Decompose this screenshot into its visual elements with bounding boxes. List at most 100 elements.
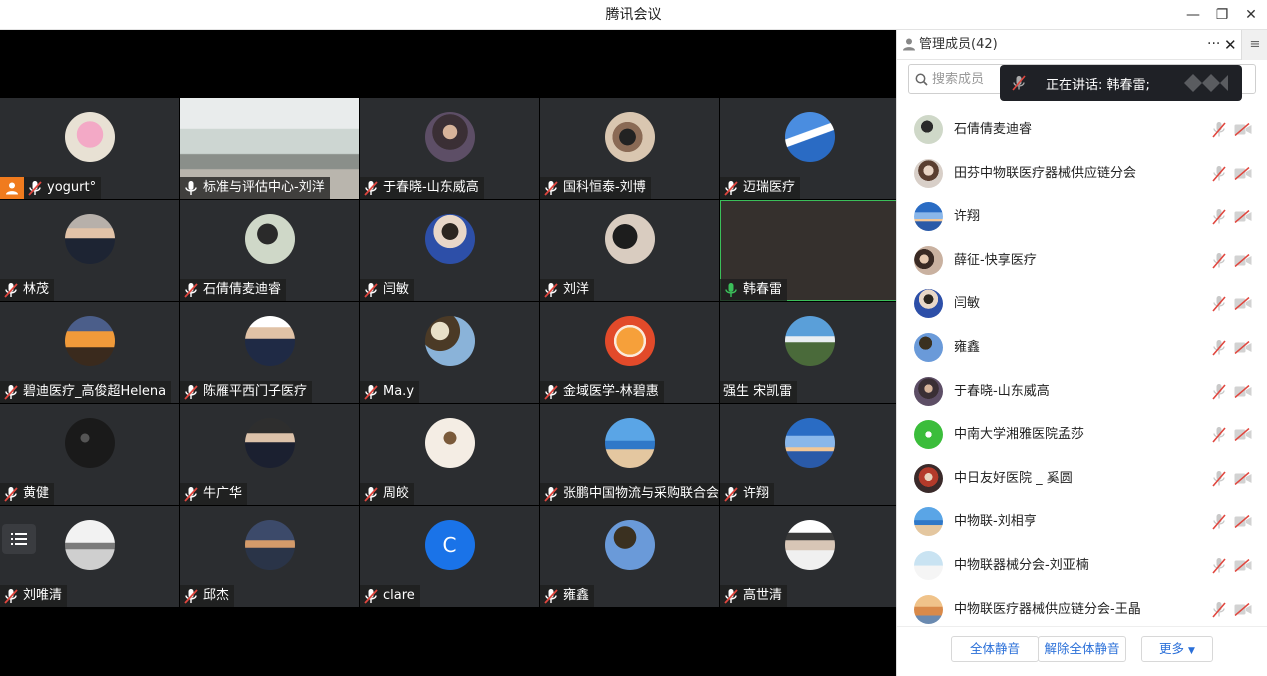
participant-name: 雍鑫 xyxy=(563,588,590,603)
more-button[interactable]: 更多 ▼ xyxy=(1141,636,1213,662)
participant-name: 陈雁平西门子医疗 xyxy=(203,384,308,399)
panel-menu-button[interactable]: ≡ xyxy=(1241,30,1267,60)
member-row[interactable]: 闫敏 xyxy=(897,282,1267,326)
restore-button[interactable]: ❐ xyxy=(1208,0,1236,30)
participant-nametag: 闫敏 xyxy=(360,279,415,301)
avatar xyxy=(424,112,475,162)
participant-nametag: yogurt° xyxy=(24,177,102,199)
video-tile[interactable]: 石倩倩麦迪睿 xyxy=(180,200,359,301)
video-tile[interactable]: 于春晓-山东威高 xyxy=(360,98,539,199)
member-row[interactable]: 雍鑫 xyxy=(897,326,1267,370)
video-tile[interactable]: 周皎 xyxy=(360,404,539,505)
camera-off-icon[interactable] xyxy=(1234,210,1252,224)
camera-off-icon[interactable] xyxy=(1234,559,1252,572)
camera-off-icon[interactable] xyxy=(1234,384,1252,398)
video-tile[interactable]: 雍鑫 xyxy=(540,506,719,607)
member-row[interactable]: 许翔 xyxy=(897,195,1267,239)
video-tile[interactable]: 强生 宋凯雷 xyxy=(720,302,899,403)
video-tile[interactable]: Ma.y xyxy=(360,302,539,403)
avatar xyxy=(424,316,475,366)
member-row[interactable]: 中日友好医院 _ 奚圆 xyxy=(897,457,1267,501)
camera-off-icon[interactable] xyxy=(1234,253,1252,267)
camera-off-icon[interactable] xyxy=(1234,166,1252,180)
mic-muted-icon[interactable] xyxy=(1211,165,1227,182)
video-tile[interactable]: 张鹏中国物流与采购联合会 xyxy=(540,404,719,505)
participant-name: 碧迪医疗_高俊超Helena xyxy=(23,384,167,399)
video-tile[interactable]: 许翔 xyxy=(720,404,899,505)
video-tile[interactable]: 牛广华 xyxy=(180,404,359,505)
video-tile[interactable]: 刘唯清 xyxy=(0,506,179,607)
avatar xyxy=(914,376,943,406)
video-tile[interactable]: 刘洋 xyxy=(540,200,719,301)
mic-muted-icon[interactable] xyxy=(1211,426,1227,443)
mic-muted-icon xyxy=(4,589,18,604)
video-tile[interactable]: 迈瑞医疗 xyxy=(720,98,899,199)
close-window-button[interactable]: ✕ xyxy=(1237,0,1265,30)
participant-name: yogurt° xyxy=(47,180,97,195)
video-tile[interactable]: 林茂 xyxy=(0,200,179,301)
member-name: 中物联器械分会-刘亚楠 xyxy=(954,558,1089,573)
member-name: 石倩倩麦迪睿 xyxy=(954,122,1033,137)
member-row[interactable]: 石倩倩麦迪睿 xyxy=(897,108,1267,152)
mic-muted-icon[interactable] xyxy=(1211,601,1227,618)
mic-muted-icon[interactable] xyxy=(1211,339,1227,356)
mic-muted-icon[interactable] xyxy=(1211,252,1227,269)
member-name: 中物联-刘相亨 xyxy=(954,514,1037,530)
participant-name: 闫敏 xyxy=(383,282,410,297)
video-tile[interactable]: 高世清 xyxy=(720,506,899,607)
video-tile[interactable]: 金域医学-林碧惠 xyxy=(540,302,719,403)
member-row[interactable]: 田芬中物联医疗器械供应链分会 xyxy=(897,152,1267,196)
video-tile[interactable]: 标准与评估中心-刘洋 xyxy=(180,98,359,199)
member-row[interactable]: 中物联-刘相亨 xyxy=(897,500,1267,544)
unmute-all-button[interactable]: 解除全体静音 xyxy=(1038,636,1126,662)
mic-muted-icon[interactable] xyxy=(1211,295,1227,312)
minimize-button[interactable]: — xyxy=(1179,0,1207,30)
camera-off-icon[interactable] xyxy=(1234,123,1252,136)
video-tile[interactable]: 邱杰 xyxy=(180,506,359,607)
close-panel-button[interactable]: ✕ xyxy=(1224,30,1237,60)
mic-muted-icon xyxy=(544,385,558,400)
camera-off-icon[interactable] xyxy=(1234,471,1252,485)
member-row[interactable]: 于春晓-山东威高 xyxy=(897,370,1267,414)
camera-off-icon[interactable] xyxy=(1234,602,1252,616)
member-row[interactable]: 中物联器械分会-刘亚楠 xyxy=(897,544,1267,588)
mic-muted-icon xyxy=(544,589,558,604)
mic-muted-icon[interactable] xyxy=(1211,470,1227,487)
avatar xyxy=(604,112,655,162)
member-row[interactable]: 中南大学湘雅医院孟莎 xyxy=(897,413,1267,457)
avatar xyxy=(914,420,943,450)
video-tile[interactable]: yogurt° xyxy=(0,98,179,199)
member-name: 薛征-快享医疗 xyxy=(954,252,1037,268)
mic-muted-icon xyxy=(184,487,198,502)
mic-muted-icon xyxy=(544,181,558,196)
camera-off-icon[interactable] xyxy=(1234,515,1252,529)
more-options-button[interactable]: ··· xyxy=(1207,30,1220,58)
video-tile[interactable]: 碧迪医疗_高俊超Helena xyxy=(0,302,179,403)
avatar xyxy=(784,418,835,468)
mic-muted-icon[interactable] xyxy=(1211,513,1227,530)
mic-muted-icon[interactable] xyxy=(1211,121,1227,138)
video-tile[interactable]: Cclare xyxy=(360,506,539,607)
camera-off-icon[interactable] xyxy=(1234,341,1252,354)
camera-off-icon[interactable] xyxy=(1234,428,1252,442)
video-tile[interactable]: 陈雁平西门子医疗 xyxy=(180,302,359,403)
member-row[interactable]: 中物联医疗器械供应链分会-王晶 xyxy=(897,588,1267,626)
participant-nametag: 于春晓-山东威高 xyxy=(360,177,484,199)
video-tile[interactable]: 国科恒泰-刘博 xyxy=(540,98,719,199)
avatar xyxy=(914,158,943,188)
title-bar: 腾讯会议 — ❐ ✕ xyxy=(0,0,1267,30)
camera-off-icon[interactable] xyxy=(1234,297,1252,311)
video-tile[interactable]: 闫敏 xyxy=(360,200,539,301)
mic-muted-icon xyxy=(364,181,378,196)
list-view-button[interactable] xyxy=(2,524,36,554)
mic-muted-icon[interactable] xyxy=(1211,208,1227,225)
video-tile[interactable]: 黄健 xyxy=(0,404,179,505)
mic-muted-icon[interactable] xyxy=(1211,383,1227,400)
participant-nametag: 陈雁平西门子医疗 xyxy=(180,381,313,403)
member-list: 石倩倩麦迪睿田芬中物联医疗器械供应链分会 许翔薛征-快享医疗闫敏 雍鑫 于春晓-山东威… xyxy=(897,108,1267,626)
video-tile[interactable]: 韩春雷 xyxy=(720,200,899,301)
mic-muted-icon[interactable] xyxy=(1211,557,1227,574)
avatar xyxy=(914,202,943,232)
mute-all-button[interactable]: 全体静音 xyxy=(951,636,1039,662)
member-row[interactable]: 薛征-快享医疗 xyxy=(897,239,1267,283)
